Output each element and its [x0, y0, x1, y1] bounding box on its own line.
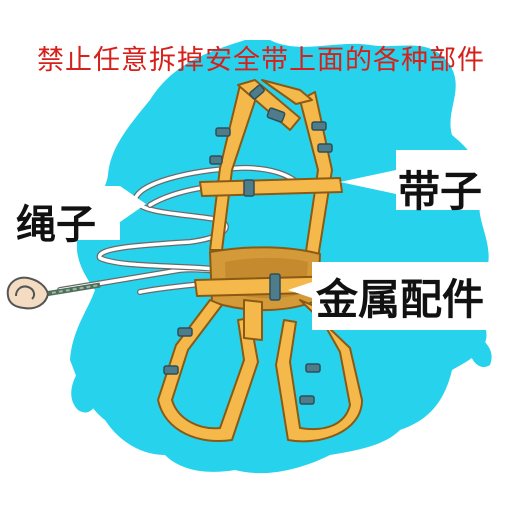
snap-hook-icon	[6, 276, 50, 310]
chest-strap	[199, 177, 343, 197]
buckle-icon	[215, 127, 231, 137]
buckle-icon	[209, 155, 223, 165]
warning-title: 禁止任意拆掉安全带上面的各种部件	[37, 45, 485, 76]
label-strap: 带子	[398, 167, 483, 216]
buckle-icon	[311, 121, 327, 131]
buckle-icon	[299, 395, 315, 405]
buckle-icon	[305, 363, 321, 373]
buckle-icon	[163, 365, 179, 375]
buckle-icon	[177, 327, 193, 337]
illustration: 禁止任意拆掉安全带上面的各种部件 绳子 带子 金属配件	[0, 0, 522, 519]
buckle-icon	[269, 273, 281, 301]
harness-illustration	[6, 40, 500, 474]
label-metal-parts: 金属配件	[316, 275, 485, 324]
crotch-strap	[243, 299, 263, 341]
buckle-icon	[317, 143, 333, 153]
label-rope: 绳子	[16, 202, 96, 248]
buckle-icon	[243, 179, 255, 197]
